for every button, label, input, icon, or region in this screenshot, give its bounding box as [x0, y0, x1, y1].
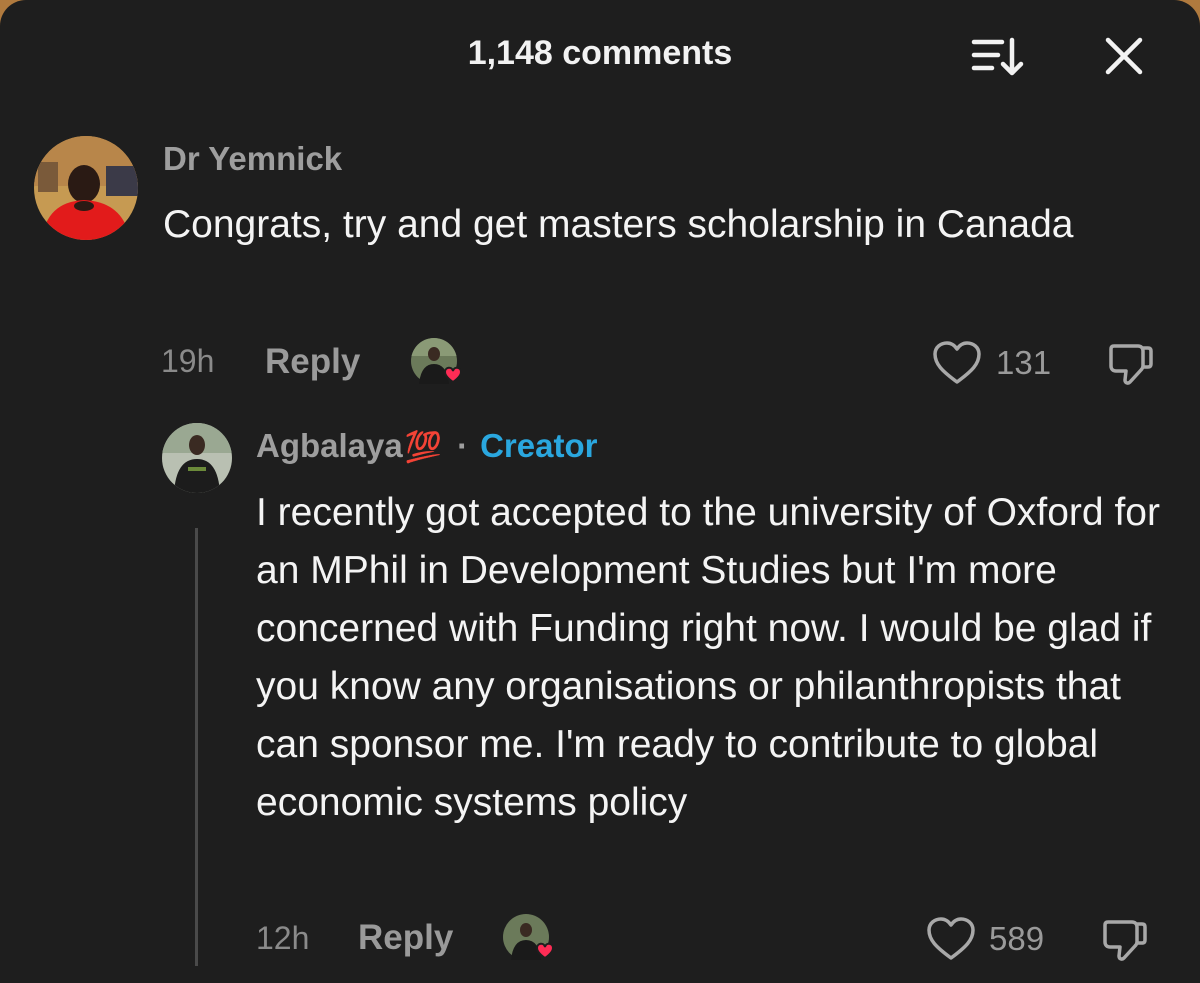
reply-timestamp: 12h — [256, 920, 310, 956]
creator-avatar-icon — [503, 914, 555, 960]
creator-liked-badge — [411, 338, 463, 388]
reply-button[interactable]: Reply — [358, 918, 453, 958]
reply-button[interactable]: Reply — [265, 342, 360, 382]
reply-thread-line — [195, 528, 198, 966]
close-icon[interactable] — [1100, 34, 1148, 78]
creator-avatar-icon — [411, 338, 463, 384]
like-count: 131 — [996, 344, 1052, 381]
hundred-points-emoji: 💯 — [404, 431, 442, 464]
creator-liked-badge — [503, 914, 555, 964]
separator-dot: · — [457, 427, 469, 464]
comment-text: Congrats, try and get masters scholarshi… — [163, 203, 1074, 246]
reply-username-text[interactable]: Agbalaya — [256, 427, 403, 464]
dislike-icon[interactable] — [1100, 914, 1150, 964]
heart-icon[interactable] — [932, 340, 982, 386]
sort-descending-icon[interactable] — [968, 34, 1028, 80]
reply-text: I recently got accepted to the universit… — [256, 491, 1160, 824]
comments-panel: 1,148 comments Dr Yemnick Congrats, try … — [0, 0, 1200, 983]
dislike-icon[interactable] — [1106, 338, 1156, 388]
avatar[interactable] — [162, 423, 232, 493]
like-count: 589 — [989, 920, 1045, 957]
reply-username[interactable]: Agbalaya💯 · Creator — [256, 427, 597, 465]
heart-icon[interactable] — [926, 916, 976, 962]
comment-username[interactable]: Dr Yemnick — [163, 140, 342, 178]
creator-badge: Creator — [480, 427, 598, 464]
avatar[interactable] — [34, 136, 138, 240]
avatar-image — [34, 136, 138, 240]
avatar-image — [162, 423, 232, 493]
comment-timestamp: 19h — [161, 343, 215, 379]
